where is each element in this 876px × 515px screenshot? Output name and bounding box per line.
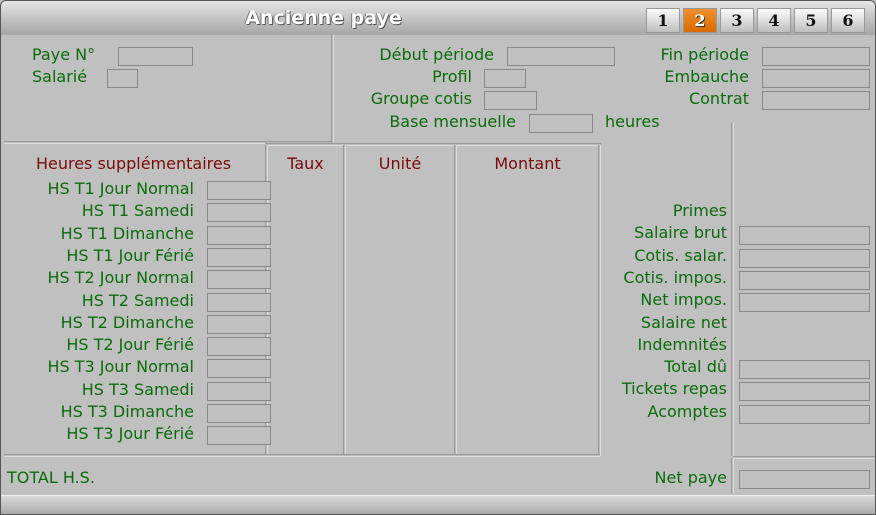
hs-row-field[interactable] — [207, 292, 271, 312]
groupe-cotis-label: Groupe cotis — [370, 89, 472, 108]
divider — [265, 143, 601, 146]
divider — [454, 145, 457, 456]
total-hs-label: TOTAL H.S. — [7, 468, 95, 487]
window-title: Ancienne paye — [245, 7, 402, 29]
title-bar: Ancienne paye 1 2 3 4 5 6 — [1, 1, 875, 35]
tab-6[interactable]: 6 — [831, 8, 865, 33]
summary-label: Net impos. — [640, 290, 727, 310]
debut-periode-label: Début période — [379, 45, 494, 64]
hs-row-label: HS T1 Samedi — [81, 201, 194, 221]
hs-row-field[interactable] — [207, 404, 271, 423]
hs-row-field[interactable] — [207, 359, 271, 379]
contrat-field[interactable] — [762, 91, 870, 110]
base-mensuelle-unit: heures — [605, 112, 660, 131]
summary-label: Cotis. salar. — [634, 245, 727, 265]
hs-row-field[interactable] — [207, 225, 271, 245]
divider — [731, 458, 734, 493]
hs-row-label: HS T3 Jour Férié — [66, 424, 194, 444]
summary-field[interactable] — [739, 226, 870, 246]
hs-row-field[interactable] — [207, 203, 271, 223]
summary-field[interactable] — [739, 360, 870, 380]
column-header-montant: Montant — [494, 154, 561, 173]
summary-label: Primes — [672, 201, 727, 220]
hs-row-field[interactable] — [207, 247, 271, 267]
groupe-cotis-field[interactable] — [484, 91, 537, 110]
hs-row-label: HS T2 Jour Férié — [66, 335, 194, 355]
summary-field[interactable] — [739, 270, 870, 290]
summary-label: Salaire brut — [634, 223, 727, 243]
hs-row-label: HS T1 Jour Férié — [66, 245, 194, 265]
embauche-label: Embauche — [664, 67, 749, 86]
hs-row-field[interactable] — [207, 314, 271, 334]
column-header-taux: Taux — [287, 154, 324, 173]
hs-row-field[interactable] — [207, 337, 271, 357]
tab-1[interactable]: 1 — [646, 8, 680, 33]
summary-field[interactable] — [739, 248, 870, 268]
hs-row-field[interactable] — [207, 426, 271, 446]
tab-3[interactable]: 3 — [720, 8, 754, 33]
hs-row-label: HS T2 Dimanche — [60, 312, 194, 332]
divider — [733, 456, 875, 459]
embauche-field[interactable] — [762, 69, 870, 88]
salarie-label: Salarié — [32, 67, 88, 86]
divider — [331, 35, 334, 143]
hs-row-field[interactable] — [207, 181, 271, 200]
summary-label: Acomptes — [647, 401, 727, 421]
hs-row-label: HS T1 Dimanche — [60, 223, 194, 243]
hs-row-label: HS T3 Samedi — [81, 379, 194, 399]
summary-field[interactable] — [739, 293, 870, 313]
debut-periode-field[interactable] — [507, 47, 615, 66]
column-header-unite: Unité — [378, 154, 422, 173]
hs-row-label: HS T2 Samedi — [81, 290, 194, 310]
profil-field[interactable] — [484, 69, 526, 88]
tab-5[interactable]: 5 — [794, 8, 828, 33]
divider — [4, 454, 600, 457]
salarie-field[interactable] — [107, 69, 138, 88]
hs-row-label: HS T1 Jour Normal — [47, 179, 194, 198]
fin-periode-label: Fin période — [660, 45, 749, 64]
summary-label: Salaire net — [640, 312, 727, 332]
hs-row-label: HS T2 Jour Normal — [47, 268, 194, 288]
hs-row-label: HS T3 Dimanche — [60, 402, 194, 421]
paye-no-field[interactable] — [118, 47, 193, 66]
summary-label: Tickets repas — [621, 379, 727, 399]
tab-2[interactable]: 2 — [683, 8, 717, 33]
summary-label: Total dû — [664, 357, 727, 377]
summary-label: Cotis. impos. — [623, 267, 727, 287]
base-mensuelle-label: Base mensuelle — [389, 112, 516, 131]
paye-no-label: Paye N° — [32, 45, 96, 64]
profil-label: Profil — [432, 67, 472, 86]
base-mensuelle-field[interactable] — [529, 114, 593, 133]
hs-row-field[interactable] — [207, 381, 271, 401]
tab-4[interactable]: 4 — [757, 8, 791, 33]
divider — [731, 123, 734, 456]
window: Ancienne paye 1 2 3 4 5 6 Paye N° Salari… — [0, 0, 876, 515]
status-bar — [1, 495, 875, 514]
hs-row-field[interactable] — [207, 270, 271, 290]
summary-label: Indemnités — [637, 334, 727, 354]
hs-row-label: HS T3 Jour Normal — [47, 357, 194, 377]
summary-field[interactable] — [739, 404, 870, 424]
contrat-label: Contrat — [688, 89, 749, 108]
divider — [343, 145, 346, 456]
column-header-heures-sup: Heures supplémentaires — [35, 154, 232, 173]
net-paye-label: Net paye — [654, 468, 727, 487]
fin-periode-field[interactable] — [762, 47, 870, 66]
summary-field[interactable] — [739, 382, 870, 402]
net-paye-field[interactable] — [739, 470, 870, 489]
